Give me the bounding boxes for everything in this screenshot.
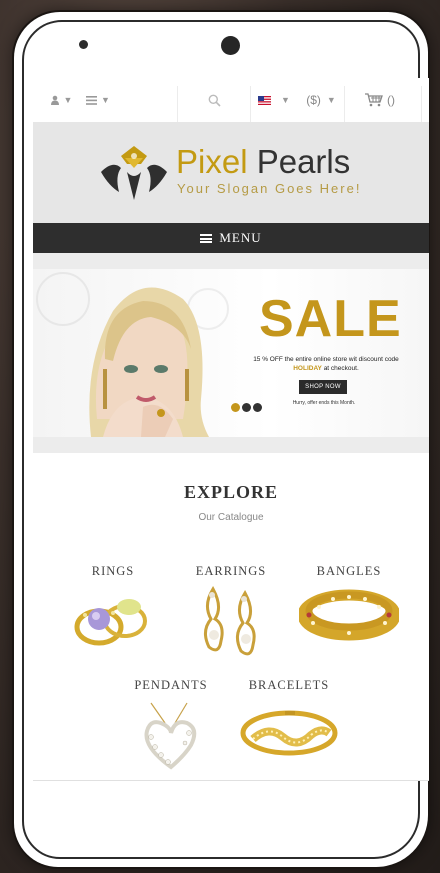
chevron-down-icon: ▼ bbox=[63, 95, 73, 105]
category-label: BRACELETS bbox=[248, 678, 330, 692]
section-title: EXPLORE bbox=[183, 482, 278, 502]
currency-label: ($) bbox=[306, 93, 321, 107]
earrings-image bbox=[204, 586, 256, 656]
category-bracelets[interactable]: BRACELETS bbox=[239, 678, 339, 761]
pendants-image bbox=[144, 702, 197, 770]
cart-icon bbox=[365, 93, 383, 107]
brand-part2: Pearls bbox=[256, 143, 351, 180]
cart-button[interactable]: () bbox=[345, 78, 415, 122]
promo-text: 15 % OFF the entire online store wit dis… bbox=[251, 355, 401, 373]
category-earrings[interactable]: EARRINGS bbox=[181, 564, 281, 659]
us-flag-icon bbox=[258, 95, 272, 105]
divider bbox=[421, 86, 422, 122]
language-dropdown[interactable]: ▼ bbox=[251, 78, 297, 122]
search-button[interactable] bbox=[178, 78, 250, 122]
brand-name: Pixel Pearls bbox=[176, 142, 350, 182]
chevron-down-icon: ▼ bbox=[101, 95, 110, 105]
category-label: EARRINGS bbox=[195, 564, 267, 578]
hamburger-icon bbox=[200, 233, 213, 243]
promo-code: HOLIDAY bbox=[293, 365, 322, 372]
slider-dot[interactable] bbox=[231, 403, 240, 412]
search-icon bbox=[208, 94, 221, 107]
section-subtitle: Our Catalogue bbox=[198, 512, 264, 523]
top-bar: ▼ ▼ ▼ ($) ▼ () bbox=[33, 78, 429, 123]
bracelets-image bbox=[240, 710, 338, 756]
menu-label: MENU bbox=[219, 230, 262, 245]
sale-title: SALE bbox=[259, 290, 402, 348]
category-label: PENDANTS bbox=[134, 678, 208, 692]
menu-toggle[interactable]: MENU bbox=[33, 223, 429, 253]
model-photo bbox=[36, 272, 229, 437]
list-icon bbox=[86, 95, 98, 105]
slider-dot[interactable] bbox=[242, 403, 251, 412]
site-header: Pixel Pearls Your Slogan Goes Here! bbox=[33, 122, 429, 223]
screen-bottom-edge bbox=[33, 780, 429, 781]
phone-camera bbox=[221, 36, 240, 55]
brand-slogan: Your Slogan Goes Here! bbox=[177, 181, 362, 196]
user-icon bbox=[50, 95, 59, 105]
chevron-down-icon: ▼ bbox=[326, 95, 336, 105]
cart-count: () bbox=[387, 93, 395, 107]
category-bangles[interactable]: BANGLES bbox=[299, 564, 399, 647]
screen: ▼ ▼ ▼ ($) ▼ () Pixel Pearls Your Slogan … bbox=[33, 78, 429, 780]
rings-image bbox=[74, 599, 147, 646]
brand-part1: Pixel bbox=[176, 143, 248, 180]
category-rings[interactable]: RINGS bbox=[63, 564, 163, 651]
category-pendants[interactable]: PENDANTS bbox=[121, 678, 221, 771]
offer-note: Hurry, offer ends this Month. bbox=[292, 400, 356, 406]
promo-before: 15 % OFF the entire online store wit dis… bbox=[253, 356, 399, 363]
category-label: RINGS bbox=[91, 564, 135, 578]
category-label: BANGLES bbox=[316, 564, 382, 578]
account-dropdown[interactable]: ▼ bbox=[43, 78, 79, 122]
shop-now-button[interactable]: SHOP NOW bbox=[299, 380, 347, 394]
phone-speaker bbox=[79, 40, 88, 49]
slider-dots bbox=[231, 403, 262, 412]
hero-slider: SALE 15 % OFF the entire online store wi… bbox=[33, 253, 429, 453]
promo-after: at checkout. bbox=[321, 365, 359, 372]
slider-dot[interactable] bbox=[253, 403, 262, 412]
chevron-down-icon: ▼ bbox=[281, 95, 290, 105]
links-dropdown[interactable]: ▼ bbox=[81, 78, 115, 122]
bangles-image bbox=[299, 589, 399, 641]
sale-banner[interactable]: SALE 15 % OFF the entire online store wi… bbox=[33, 269, 429, 437]
currency-dropdown[interactable]: ($) ▼ bbox=[299, 78, 343, 122]
